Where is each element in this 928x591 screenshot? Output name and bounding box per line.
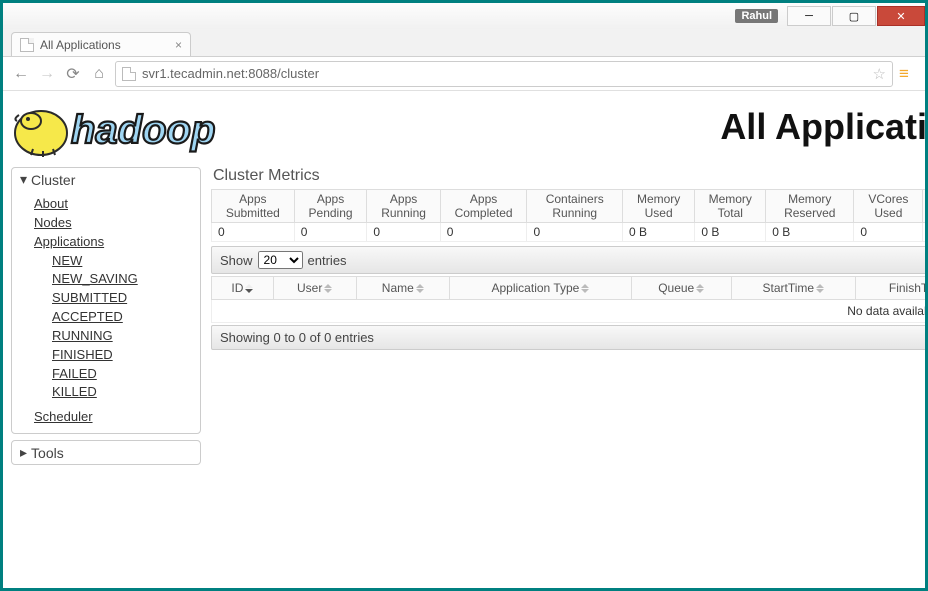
col-user[interactable]: User — [273, 277, 356, 300]
back-button[interactable]: ← — [11, 64, 31, 84]
sidebar-tools-label: Tools — [31, 445, 64, 461]
close-button[interactable]: ✕ — [877, 6, 925, 26]
col-finishtime[interactable]: FinishTime — [855, 277, 925, 300]
metrics-value: 0 — [212, 223, 295, 242]
sidebar-link-state-accepted[interactable]: ACCEPTED — [52, 308, 196, 327]
table-empty-row: No data available in table — [212, 300, 926, 323]
cluster-metrics-title: Cluster Metrics — [213, 167, 925, 185]
metrics-header: Containers Running — [527, 190, 623, 223]
metrics-header: Apps Running — [367, 190, 440, 223]
sort-icon — [581, 284, 589, 293]
window-titlebar: Rahul ─ ▢ ✕ — [3, 3, 925, 29]
col-name[interactable]: Name — [356, 277, 449, 300]
sidebar-link-about[interactable]: About — [34, 195, 196, 214]
sidebar-link-nodes[interactable]: Nodes — [34, 214, 196, 233]
menu-icon[interactable]: ≡ — [899, 65, 917, 82]
logo-text: hadoop — [71, 108, 215, 152]
applications-table: ID User Name Application Type Queue Star… — [211, 276, 925, 323]
content-scroll[interactable]: hadoop All Applications ▾ Cluster About … — [3, 91, 925, 588]
metrics-header: Apps Completed — [440, 190, 527, 223]
metrics-header: Apps Submitted — [212, 190, 295, 223]
sort-icon — [416, 284, 424, 293]
sidebar-link-state-failed[interactable]: FAILED — [52, 365, 196, 384]
bookmark-star-icon[interactable]: ☆ — [873, 65, 886, 83]
sidebar: ▾ Cluster About Nodes Applications NEW N… — [11, 167, 201, 471]
tab-title: All Applications — [40, 38, 121, 52]
page-icon — [20, 38, 34, 52]
sidebar-link-state-new[interactable]: NEW — [52, 252, 196, 271]
sidebar-link-state-new-saving[interactable]: NEW_SAVING — [52, 270, 196, 289]
sidebar-link-state-finished[interactable]: FINISHED — [52, 346, 196, 365]
metrics-value: 0 — [440, 223, 527, 242]
col-apptype[interactable]: Application Type — [450, 277, 632, 300]
metrics-value: 0 B — [695, 223, 766, 242]
page-size-select[interactable]: 10 20 50 100 — [258, 251, 303, 269]
main-column: Cluster Metrics Apps Submitted Apps Pend… — [211, 167, 925, 350]
minimize-button[interactable]: ─ — [787, 6, 831, 26]
metrics-header: Memory Total — [695, 190, 766, 223]
table-length-control: Show 10 20 50 100 entries — [211, 246, 925, 274]
sort-icon — [245, 284, 253, 293]
sidebar-link-scheduler[interactable]: Scheduler — [34, 408, 196, 427]
sidebar-head-tools[interactable]: ▸ Tools — [12, 441, 200, 464]
metrics-header: Memory Reserved — [766, 190, 854, 223]
sidebar-group-tools: ▸ Tools — [11, 440, 201, 465]
sidebar-head-cluster[interactable]: ▾ Cluster — [12, 168, 200, 191]
metrics-value: 0 — [854, 223, 923, 242]
tabstrip: All Applications × — [3, 29, 925, 57]
sort-icon — [816, 284, 824, 293]
table-info: Showing 0 to 0 of 0 entries — [211, 325, 925, 350]
forward-button[interactable]: → — [37, 64, 57, 84]
entries-label: entries — [308, 253, 347, 268]
navbar: ← → ⟳ ⌂ svr1.tecadmin.net:8088/cluster ☆… — [3, 57, 925, 91]
metrics-value: 0 — [367, 223, 440, 242]
tab-close-icon[interactable]: × — [175, 38, 182, 52]
page-icon — [122, 67, 136, 81]
col-queue[interactable]: Queue — [631, 277, 731, 300]
metrics-header: Apps Pending — [294, 190, 367, 223]
metrics-header: VCores Used — [854, 190, 923, 223]
metrics-value: 0 B — [622, 223, 694, 242]
sidebar-link-applications[interactable]: Applications — [34, 233, 196, 252]
cluster-metrics-table: Apps Submitted Apps Pending Apps Running… — [211, 189, 925, 242]
show-label: Show — [220, 253, 253, 268]
sidebar-link-state-killed[interactable]: KILLED — [52, 383, 196, 402]
metrics-value: 0 — [923, 223, 925, 242]
sidebar-cluster-label: Cluster — [31, 172, 75, 188]
reload-button[interactable]: ⟳ — [63, 64, 83, 84]
sort-icon — [696, 284, 704, 293]
metrics-header: VCores Total — [923, 190, 925, 223]
sidebar-group-cluster: ▾ Cluster About Nodes Applications NEW N… — [11, 167, 201, 434]
browser-window: Rahul ─ ▢ ✕ All Applications × ← → ⟳ ⌂ s… — [0, 0, 928, 591]
page-title: All Applications — [720, 106, 925, 148]
metrics-header: Memory Used — [622, 190, 694, 223]
url-text: svr1.tecadmin.net:8088/cluster — [142, 66, 319, 81]
home-button[interactable]: ⌂ — [89, 64, 109, 84]
user-badge: Rahul — [735, 9, 778, 23]
col-id[interactable]: ID — [212, 277, 274, 300]
hadoop-logo: hadoop — [11, 97, 271, 157]
content-area: hadoop All Applications ▾ Cluster About … — [3, 91, 925, 588]
metrics-value: 0 — [294, 223, 367, 242]
metrics-value: 0 B — [766, 223, 854, 242]
sidebar-link-state-running[interactable]: RUNNING — [52, 327, 196, 346]
sort-icon — [324, 284, 332, 293]
maximize-button[interactable]: ▢ — [832, 6, 876, 26]
sidebar-link-state-submitted[interactable]: SUBMITTED — [52, 289, 196, 308]
col-starttime[interactable]: StartTime — [731, 277, 855, 300]
browser-tab[interactable]: All Applications × — [11, 32, 191, 56]
url-bar[interactable]: svr1.tecadmin.net:8088/cluster ☆ — [115, 61, 893, 87]
metrics-value: 0 — [527, 223, 623, 242]
